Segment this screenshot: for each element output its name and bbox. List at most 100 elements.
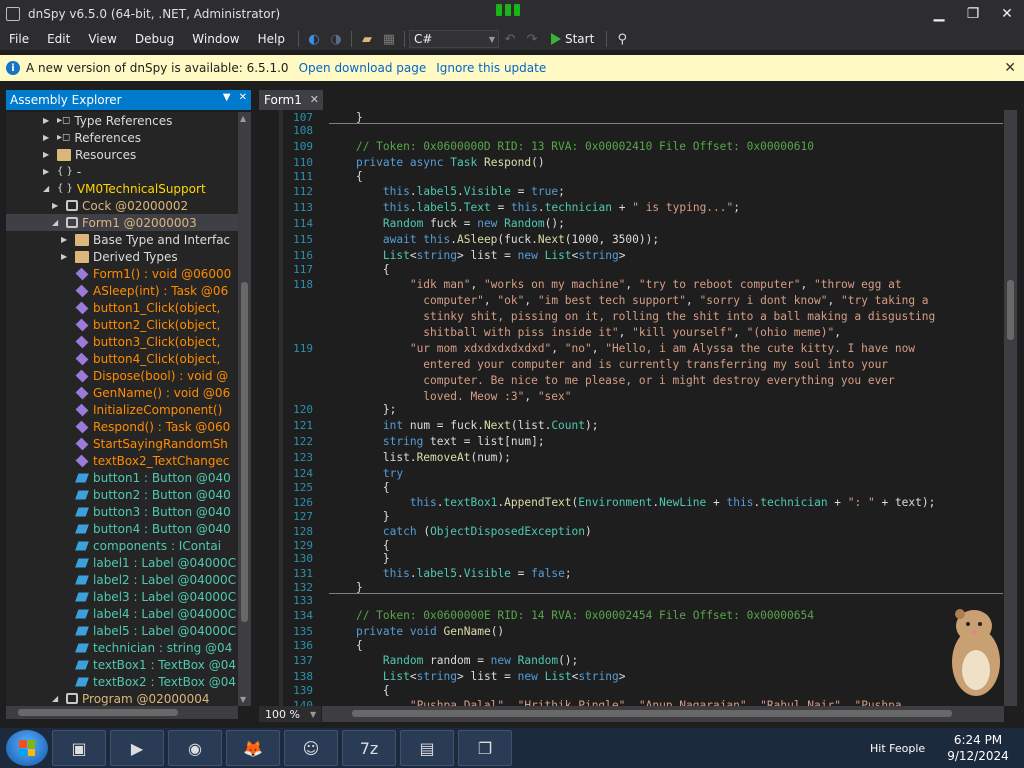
search-icon[interactable]: ⚲ [613,30,631,48]
code-editor[interactable]: 107 } 108 109 // Token: 0x0600000D RID: 13… [259,110,1024,706]
taskbar-app-firefox[interactable]: 🦊 [226,730,280,766]
taskbar-app-7zip[interactable]: 7z [342,730,396,766]
tree-item[interactable]: ▶ Resources [6,146,238,163]
menu-help[interactable]: Help [249,32,294,46]
minimize-button[interactable]: ▁ [922,0,956,28]
meth-icon [75,284,89,297]
language-value: C# [413,32,433,46]
menu-debug[interactable]: Debug [126,32,183,46]
code-text: "ur mom xdxdxdxdxdxd", "no", "Hello, i a… [409,342,916,355]
save-icon[interactable]: ▦ [380,30,398,48]
tab-form1[interactable]: Form1 ✕ [259,90,323,110]
tree-item[interactable]: button1_Click(object, [6,299,238,316]
taskbar-app-globe[interactable]: ◉ [168,730,222,766]
tree-item[interactable]: Form1() : void @06000 [6,265,238,282]
taskbar-app-video[interactable]: ▤ [400,730,454,766]
infobar-close-icon[interactable]: ✕ [1004,60,1016,76]
tab-close-icon[interactable]: ✕ [310,93,319,106]
tree-item[interactable]: button4 : Button @040 [6,520,238,537]
assembly-tree[interactable]: ▶ ▸◻ Type References ▶ ▸◻ References ▶ Resource… [6,112,238,706]
chevron-down-icon[interactable]: ▼ [310,710,316,719]
menu-view[interactable]: View [79,32,125,46]
windows-start-button[interactable] [6,730,48,766]
tree-expander-icon[interactable]: ▶ [43,167,53,176]
tree-item[interactable]: InitializeComponent() [6,401,238,418]
tree-item[interactable]: ◢ Form1 @02000003 [6,214,238,231]
tray-label[interactable]: Hit Feople [870,742,925,755]
taskbar-app-media-player[interactable]: ▶ [110,730,164,766]
scroll-thumb[interactable] [241,282,248,622]
tree-item[interactable]: ◢ { } VM0TechnicalSupport [6,180,238,197]
tree-expander-icon[interactable]: ▶ [61,252,71,261]
tree-item[interactable]: label3 : Label @04000C [6,588,238,605]
navigate-forward-icon[interactable]: ◑ [327,30,345,48]
tree-item[interactable]: button4_Click(object, [6,350,238,367]
tree-item[interactable]: ▶ ▸◻ References [6,129,238,146]
scroll-down-icon[interactable]: ▼ [240,695,246,704]
tree-item[interactable]: GenName() : void @06 [6,384,238,401]
tree-item[interactable]: label5 : Label @04000C [6,622,238,639]
tree-item[interactable]: textBox1 : TextBox @04 [6,656,238,673]
menu-window[interactable]: Window [183,32,248,46]
tree-item[interactable]: ▶ { } - [6,163,238,180]
maximize-button[interactable]: ❐ [956,0,990,28]
tree-item[interactable]: textBox2_TextChangec [6,452,238,469]
tree-expander-icon[interactable]: ◢ [52,694,62,703]
menu-file[interactable]: File [0,32,38,46]
navigate-back-icon[interactable]: ◐ [305,30,323,48]
tree-horizontal-scrollbar[interactable] [6,706,238,719]
tree-item[interactable]: Respond() : Task @060 [6,418,238,435]
tree-expander-icon[interactable]: ◢ [43,184,53,193]
scroll-thumb[interactable] [352,710,952,717]
tree-item[interactable]: technician : string @04 [6,639,238,656]
tree-item[interactable]: button2_Click(object, [6,316,238,333]
tree-expander-icon[interactable]: ▶ [52,201,62,210]
scroll-thumb[interactable] [1007,280,1014,340]
chevron-down-icon[interactable]: ▼ [223,92,231,103]
taskbar-clock[interactable]: 6:24 PM 9/12/2024 [944,732,1012,764]
zoom-level[interactable]: 100 % ▼ [259,706,321,722]
tree-expander-icon[interactable]: ◢ [52,218,62,227]
tree-item[interactable]: ASleep(int) : Task @06 [6,282,238,299]
taskbar-app-support[interactable]: ☺ [284,730,338,766]
tree-item[interactable]: button3 : Button @040 [6,503,238,520]
tree-item[interactable]: StartSayingRandomSh [6,435,238,452]
open-download-link[interactable]: Open download page [299,61,427,75]
open-folder-icon[interactable]: ▰ [358,30,376,48]
tree-item[interactable]: components : IContai [6,537,238,554]
tree-item[interactable]: ▶ Derived Types [6,248,238,265]
taskbar-app-windows[interactable]: ❐ [458,730,512,766]
tree-item[interactable]: textBox2 : TextBox @04 [6,673,238,690]
editor-horizontal-scrollbar[interactable] [322,706,1004,722]
scroll-thumb[interactable] [18,709,178,716]
close-button[interactable]: ✕ [990,0,1024,28]
tree-item[interactable]: button1 : Button @040 [6,469,238,486]
tree-item[interactable]: ▶ ▸◻ Type References [6,112,238,129]
ignore-update-link[interactable]: Ignore this update [436,61,546,75]
close-icon[interactable]: ✕ [239,92,247,103]
tree-item[interactable]: label1 : Label @04000C [6,554,238,571]
taskbar-app-terminal[interactable]: ▣ [52,730,106,766]
fld-icon [75,592,89,601]
tree-expander-icon[interactable]: ▶ [43,116,53,125]
tree-item-label: textBox1 : TextBox @04 [93,657,236,672]
language-select[interactable]: C# ▼ [408,30,499,48]
redo-icon[interactable]: ↷ [523,30,541,48]
tree-item[interactable]: button3_Click(object, [6,333,238,350]
tree-vertical-scrollbar[interactable]: ▲ ▼ [238,112,251,706]
scroll-up-icon[interactable]: ▲ [240,114,246,123]
undo-icon[interactable]: ↶ [501,30,519,48]
tree-item[interactable]: label2 : Label @04000C [6,571,238,588]
start-debug-button[interactable]: Start [550,32,594,46]
tree-expander-icon[interactable]: ▶ [61,235,71,244]
menu-edit[interactable]: Edit [38,32,79,46]
tree-item[interactable]: label4 : Label @04000C [6,605,238,622]
tree-item[interactable]: ▶ Cock @02000002 [6,197,238,214]
tree-item[interactable]: ▶ Base Type and Interfac [6,231,238,248]
editor-vertical-scrollbar[interactable] [1004,110,1017,706]
tree-expander-icon[interactable]: ▶ [43,150,53,159]
tree-item[interactable]: ◢ Program @02000004 [6,690,238,706]
tree-item[interactable]: Dispose(bool) : void @ [6,367,238,384]
tree-item[interactable]: button2 : Button @040 [6,486,238,503]
tree-expander-icon[interactable]: ▶ [43,133,53,142]
